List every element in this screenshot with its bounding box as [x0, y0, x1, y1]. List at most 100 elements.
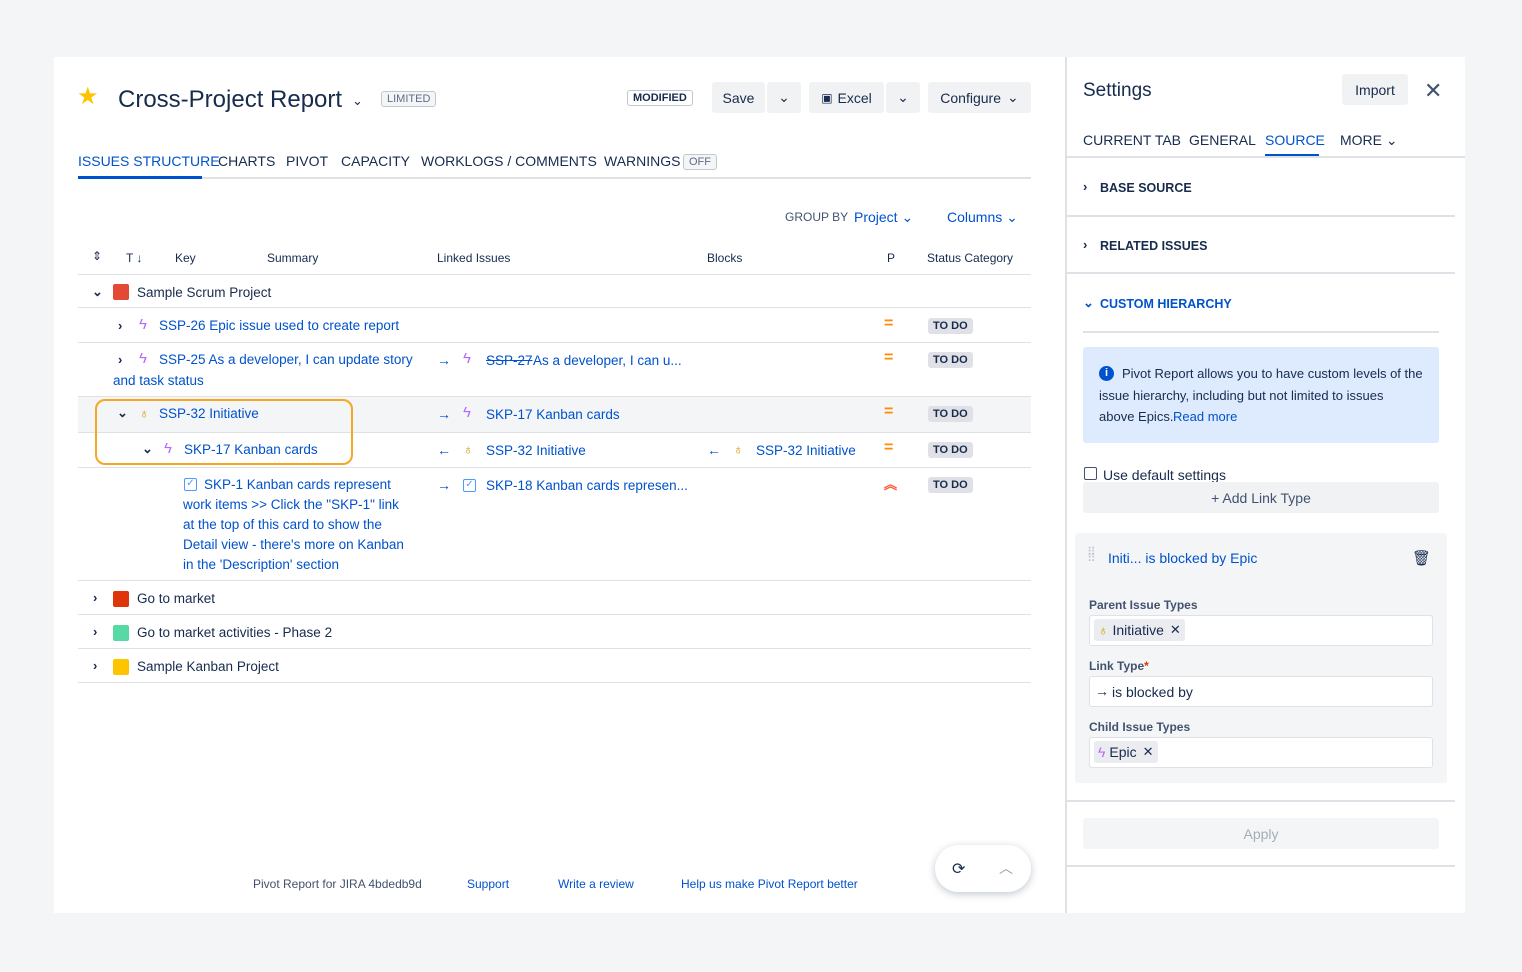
epic-icon: ϟ [139, 316, 147, 333]
issue-ssp-25[interactable]: SSP-25 As a developer, I can update stor… [159, 352, 413, 367]
remove-tag-icon[interactable]: ✕ [1143, 744, 1154, 760]
group-go-to-market[interactable]: Go to market [137, 591, 215, 606]
linked-ssp-27[interactable]: As a developer, I can u... [533, 353, 682, 368]
expand-icon[interactable]: › [118, 318, 122, 333]
status-badge: TO DO [928, 318, 973, 334]
columns-select[interactable]: Columns ⌄ [947, 209, 1018, 226]
section-divider [1067, 800, 1455, 802]
header-divider [78, 274, 1031, 275]
col-summary[interactable]: Summary [267, 251, 318, 265]
row-divider [78, 467, 1031, 468]
tab-pivot[interactable]: PIVOT [286, 153, 328, 169]
issue-skp-1-line5[interactable]: in the 'Description' section [183, 557, 339, 572]
tab-capacity[interactable]: CAPACITY [341, 153, 410, 169]
linked-skp-17[interactable]: SKP-17 Kanban cards [486, 407, 620, 422]
info-text-1: Pivot Report allows you to have custom l… [1122, 366, 1423, 381]
settings-tab-general[interactable]: GENERAL [1189, 132, 1256, 148]
section-custom-hierarchy[interactable]: CUSTOM HIERARCHY [1100, 297, 1232, 311]
group-sample-kanban[interactable]: Sample Kanban Project [137, 659, 279, 674]
excel-dropdown-button[interactable]: ⌄ [886, 82, 920, 113]
tab-worklogs[interactable]: WORKLOGS / COMMENTS [421, 153, 597, 169]
remove-tag-icon[interactable]: ✕ [1170, 622, 1181, 638]
project-avatar-icon [113, 659, 129, 675]
issue-skp-1-line3[interactable]: at the top of this card to show the [183, 517, 382, 532]
active-tab-indicator [78, 176, 202, 179]
scroll-top-icon[interactable]: ︿ [999, 858, 1013, 878]
task-icon: ✓ [463, 479, 476, 492]
expand-icon[interactable]: › [93, 624, 97, 639]
tab-issues-structure[interactable]: ISSUES STRUCTURE [78, 153, 220, 169]
close-icon[interactable]: ✕ [1424, 78, 1442, 104]
linked-ssp-27-key[interactable]: SSP-27 [486, 353, 533, 368]
trash-icon[interactable]: 🗑 [1412, 549, 1431, 567]
expand-icon[interactable]: › [1083, 237, 1087, 252]
linked-skp-18[interactable]: SKP-18 Kanban cards represen... [486, 478, 688, 493]
task-icon: ✓ [184, 478, 197, 491]
collapse-icon[interactable]: ⌄ [1083, 295, 1094, 311]
rule-title[interactable]: Initi... is blocked by Epic [1108, 550, 1257, 566]
expand-icon[interactable]: › [93, 658, 97, 673]
collapse-icon[interactable]: ⌄ [92, 284, 103, 300]
group-by-value: Project [854, 209, 898, 225]
settings-tabs-underline [1067, 156, 1465, 158]
configure-button[interactable]: Configure ⌄ [928, 82, 1031, 113]
chevron-down-icon: ⌄ [901, 209, 914, 225]
section-related-issues[interactable]: RELATED ISSUES [1100, 239, 1207, 253]
import-button[interactable]: Import [1342, 74, 1408, 105]
save-button[interactable]: Save [712, 82, 765, 113]
star-icon[interactable]: ★ [77, 82, 99, 111]
tab-charts[interactable]: CHARTS [218, 153, 275, 169]
settings-tab-source[interactable]: SOURCE [1265, 132, 1325, 148]
blocks-ssp-32[interactable]: SSP-32 Initiative [756, 443, 856, 458]
col-status[interactable]: Status Category [927, 251, 1013, 265]
issue-skp-1-line4[interactable]: Detail view - there's more on Kanban [183, 537, 404, 552]
footer-support-link[interactable]: Support [467, 877, 509, 891]
excel-button[interactable]: ▣ Excel [809, 82, 884, 113]
arrow-right-icon: → [1095, 683, 1109, 699]
add-link-type-button[interactable]: + Add Link Type [1083, 482, 1439, 513]
epic-icon: ϟ [1098, 744, 1106, 760]
status-badge: TO DO [928, 406, 973, 422]
expand-icon[interactable]: › [93, 590, 97, 605]
epic-icon: ϟ [463, 404, 471, 421]
save-dropdown-button[interactable]: ⌄ [767, 82, 801, 113]
columns-label: Columns [947, 209, 1003, 225]
section-base-source[interactable]: BASE SOURCE [1100, 181, 1192, 195]
refresh-icon[interactable]: ⟳ [952, 859, 965, 879]
use-default-checkbox[interactable] [1084, 467, 1097, 480]
issue-ssp-26[interactable]: SSP-26 Epic issue used to create report [159, 318, 399, 333]
group-go-to-market-phase2[interactable]: Go to market activities - Phase 2 [137, 625, 332, 640]
issue-skp-1[interactable]: SKP-1 Kanban cards represent [204, 477, 391, 492]
footer-review-link[interactable]: Write a review [558, 877, 634, 891]
title-dropdown-icon[interactable]: ⌄ [352, 93, 363, 109]
row-divider [78, 307, 1031, 308]
footer-help-link[interactable]: Help us make Pivot Report better [681, 877, 858, 891]
group-sample-scrum[interactable]: Sample Scrum Project [137, 285, 271, 300]
col-priority[interactable]: P [887, 251, 895, 265]
sort-toggle-icon[interactable]: ⇕ [92, 249, 102, 263]
col-blocks[interactable]: Blocks [707, 251, 742, 265]
col-type[interactable]: T ↓ [126, 251, 142, 265]
epic-icon: ϟ [463, 350, 471, 367]
row-divider [78, 342, 1031, 343]
tab-warnings[interactable]: WARNINGS [604, 153, 680, 169]
group-by-select[interactable]: Project ⌄ [854, 209, 913, 226]
issue-ssp-25-cont[interactable]: and task status [113, 373, 204, 388]
section-divider [1067, 215, 1455, 217]
col-key[interactable]: Key [175, 251, 196, 265]
col-linked[interactable]: Linked Issues [437, 251, 510, 265]
apply-button[interactable]: Apply [1083, 818, 1439, 849]
expand-icon[interactable]: › [1083, 179, 1087, 194]
linked-ssp-32[interactable]: SSP-32 Initiative [486, 443, 586, 458]
issue-skp-1-line2[interactable]: work items >> Click the "SKP-1" link [183, 497, 399, 512]
col-type-label: T [126, 251, 134, 265]
drag-handle-icon[interactable]: ⠿ ⠿ [1087, 546, 1097, 564]
section-divider [1083, 331, 1439, 333]
epic-icon: ϟ [139, 350, 147, 367]
limited-badge: LIMITED [381, 91, 437, 107]
read-more-link[interactable]: Read more [1173, 409, 1237, 424]
expand-icon[interactable]: › [118, 352, 122, 367]
settings-tab-current[interactable]: CURRENT TAB [1083, 132, 1181, 148]
link-type-label: Link Type* [1089, 659, 1149, 673]
settings-tab-more[interactable]: MORE ⌄ [1340, 132, 1398, 149]
